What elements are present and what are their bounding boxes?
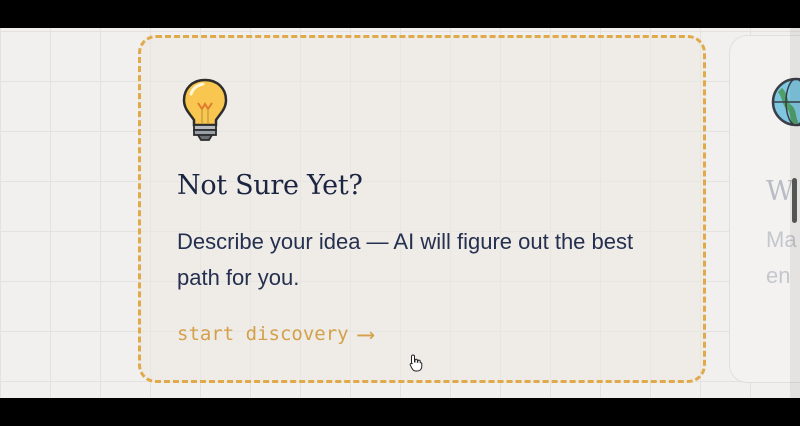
arrow-right-icon: ⟶ — [358, 320, 374, 348]
not-sure-yet-card[interactable]: Not Sure Yet? Describe your idea — AI wi… — [138, 35, 706, 383]
start-discovery-label: start discovery — [177, 323, 349, 345]
card-description: Describe your idea — AI will figure out … — [177, 229, 634, 290]
viewport: Not Sure Yet? Describe your idea — AI wi… — [0, 28, 800, 398]
lightbulb-icon — [182, 78, 228, 141]
card-title: Not Sure Yet? — [177, 170, 363, 201]
hand-pointer-cursor-icon — [409, 354, 423, 372]
scrollbar-thumb[interactable] — [792, 178, 797, 223]
vertical-scrollbar[interactable] — [790, 28, 800, 398]
start-discovery-link[interactable]: start discovery ⟶ — [177, 322, 373, 346]
